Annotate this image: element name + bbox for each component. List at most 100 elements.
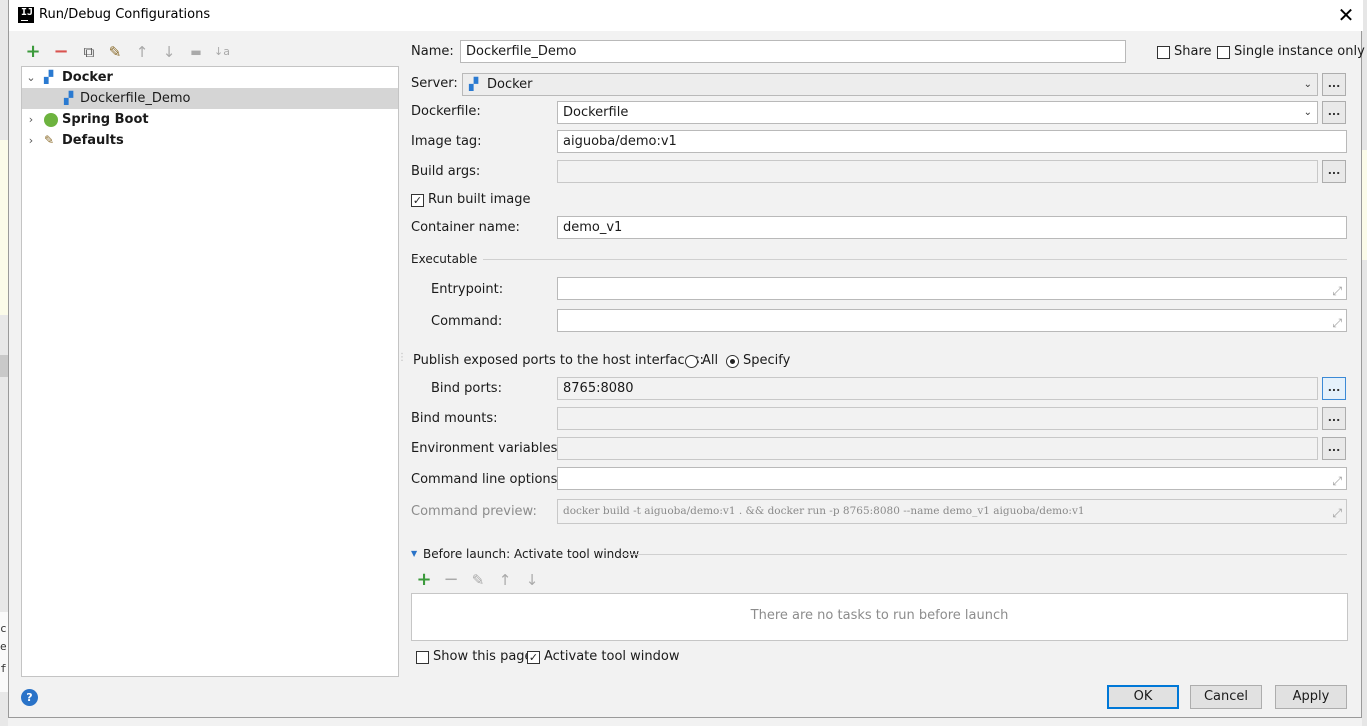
background-right-strip <box>1362 0 1367 726</box>
section-divider <box>483 259 1347 260</box>
tree-item-label: Docker <box>62 70 113 85</box>
tree-item-label: Dockerfile_Demo <box>80 91 191 106</box>
section-divider <box>621 554 1347 555</box>
bind-mounts-input[interactable] <box>557 407 1318 430</box>
bg-letter: c <box>0 622 7 635</box>
tree-item-label: Defaults <box>62 133 124 148</box>
add-config-icon[interactable]: + <box>23 42 43 62</box>
remove-config-icon[interactable]: − <box>51 42 71 62</box>
container-name-input[interactable]: demo_v1 <box>557 216 1347 239</box>
entrypoint-label: Entrypoint: <box>431 282 504 297</box>
docker-icon: ▞ <box>64 91 74 105</box>
cmd-options-label: Command line options: <box>411 472 562 487</box>
image-tag-input[interactable]: aiguoba/demo:v1 <box>557 130 1347 153</box>
tree-item-label: Spring Boot <box>62 112 149 127</box>
drag-handle-icon[interactable]: ⋮ <box>397 352 407 363</box>
show-page-label: Show this page <box>433 649 533 664</box>
docker-icon: ▞ <box>44 70 54 84</box>
run-built-image-checkbox[interactable]: ✓ <box>411 194 424 207</box>
tree-item-defaults[interactable]: › ✎ Defaults <box>22 130 398 151</box>
server-label: Server: <box>411 76 458 91</box>
expand-icon[interactable]: ⤢ <box>1332 471 1342 489</box>
bind-ports-button[interactable]: ... <box>1322 377 1346 400</box>
move-up-icon[interactable]: ↑ <box>132 42 152 62</box>
cmd-options-input[interactable]: ⤢ <box>557 467 1347 490</box>
folder-icon[interactable]: ▬ <box>186 42 206 62</box>
run-built-image-label: Run built image <box>428 192 531 207</box>
name-label: Name: <box>411 44 454 59</box>
copy-config-icon[interactable]: ⧉ <box>79 42 99 62</box>
build-args-label: Build args: <box>411 164 481 179</box>
tree-item-docker[interactable]: ⌄ ▞ Docker <box>22 67 398 88</box>
env-vars-label: Environment variables: <box>411 441 562 456</box>
publish-specify-radio[interactable] <box>726 355 739 368</box>
apply-button[interactable]: Apply <box>1275 685 1347 709</box>
build-args-input[interactable] <box>557 160 1318 183</box>
move-task-down-icon[interactable]: ↓ <box>523 571 541 589</box>
chevron-down-icon: ⌄ <box>1303 107 1312 118</box>
help-icon[interactable]: ? <box>21 689 38 706</box>
publish-all-radio[interactable] <box>685 355 698 368</box>
bind-ports-label: Bind ports: <box>431 381 502 396</box>
tree-item-spring-boot[interactable]: › Spring Boot <box>22 109 398 130</box>
publish-ports-label: Publish exposed ports to the host interf… <box>413 353 704 368</box>
bind-mounts-button[interactable]: ... <box>1322 407 1346 430</box>
edit-task-icon[interactable]: ✎ <box>469 571 487 589</box>
dockerfile-browse-button[interactable]: ... <box>1322 101 1346 124</box>
expand-icon[interactable]: ⤢ <box>1332 281 1342 299</box>
cancel-button[interactable]: Cancel <box>1190 685 1262 709</box>
expand-icon[interactable]: ⤢ <box>1332 503 1342 523</box>
config-tree: ⌄ ▞ Docker ▞ Dockerfile_Demo › Spring Bo… <box>21 66 399 677</box>
sort-icon[interactable]: ↓a <box>212 42 232 62</box>
close-icon[interactable]: ✕ <box>1335 3 1357 27</box>
title-bar: IJ Run/Debug Configurations ✕ <box>9 0 1363 31</box>
chevron-down-icon: ⌄ <box>1303 79 1312 90</box>
server-select[interactable]: ▞ Docker ⌄ <box>462 73 1318 96</box>
empty-tasks-text: There are no tasks to run before launch <box>750 608 1009 623</box>
dockerfile-select[interactable]: Dockerfile ⌄ <box>557 101 1318 124</box>
image-tag-label: Image tag: <box>411 134 482 149</box>
executable-section-title: Executable <box>411 252 478 266</box>
window-title: Run/Debug Configurations <box>39 7 211 22</box>
name-input[interactable]: Dockerfile_Demo <box>460 40 1126 63</box>
chevron-down-icon[interactable]: ⌄ <box>25 67 37 88</box>
dockerfile-select-value: Dockerfile <box>563 105 629 120</box>
chevron-right-icon[interactable]: › <box>25 109 37 130</box>
command-label: Command: <box>431 314 503 329</box>
container-name-label: Container name: <box>411 220 520 235</box>
edit-defaults-icon[interactable]: ✎ <box>105 42 125 62</box>
share-checkbox[interactable] <box>1157 46 1170 59</box>
env-vars-button[interactable]: ... <box>1322 437 1346 460</box>
add-task-icon[interactable]: + <box>415 571 433 589</box>
single-instance-checkbox[interactable] <box>1217 46 1230 59</box>
bg-letter: e <box>0 640 7 653</box>
cmd-preview-text: docker build -t aiguoba/demo:v1 . && doc… <box>563 505 1085 517</box>
chevron-right-icon[interactable]: › <box>25 130 37 151</box>
build-args-button[interactable]: ... <box>1322 160 1346 183</box>
activate-tool-window-label: Activate tool window <box>544 649 680 664</box>
single-instance-label: Single instance only <box>1234 44 1365 59</box>
move-task-up-icon[interactable]: ↑ <box>496 571 514 589</box>
show-page-checkbox[interactable] <box>416 651 429 664</box>
cmd-preview-label: Command preview: <box>411 504 537 519</box>
remove-task-icon[interactable]: − <box>442 571 460 589</box>
collapse-triangle-icon[interactable]: ▼ <box>411 549 417 558</box>
server-settings-button[interactable]: ... <box>1322 73 1346 96</box>
expand-icon[interactable]: ⤢ <box>1332 313 1342 331</box>
tree-item-dockerfile-demo[interactable]: ▞ Dockerfile_Demo <box>22 88 398 109</box>
entrypoint-input[interactable]: ⤢ <box>557 277 1347 300</box>
ok-button[interactable]: OK <box>1107 685 1179 709</box>
before-launch-task-list[interactable]: There are no tasks to run before launch <box>411 593 1348 641</box>
env-vars-input[interactable] <box>557 437 1318 460</box>
docker-icon: ▞ <box>469 77 479 91</box>
before-launch-title[interactable]: Before launch: Activate tool window <box>423 547 639 561</box>
spring-boot-icon <box>44 113 58 127</box>
bind-ports-input[interactable]: 8765:8080 <box>557 377 1318 400</box>
dockerfile-label: Dockerfile: <box>411 104 481 119</box>
command-input[interactable]: ⤢ <box>557 309 1347 332</box>
move-down-icon[interactable]: ↓ <box>159 42 179 62</box>
share-label: Share <box>1174 44 1212 59</box>
activate-tool-window-checkbox[interactable]: ✓ <box>527 651 540 664</box>
background-ide-strip: c e f <box>0 0 8 726</box>
run-debug-dialog: IJ Run/Debug Configurations ✕ + − ⧉ ✎ ↑ … <box>8 0 1365 718</box>
